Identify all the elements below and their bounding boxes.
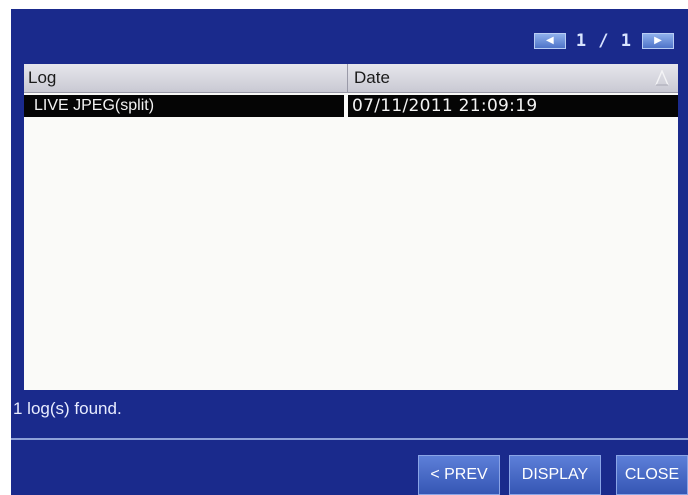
sort-triangle-icon (654, 69, 670, 87)
display-button[interactable]: DISPLAY (509, 455, 601, 495)
log-search-dialog: ◀ 1 / 1 ▶ Log Date LIVE JPEG(split) 07/1… (11, 9, 688, 495)
left-arrow-icon: ◀ (545, 35, 554, 46)
log-table: Log Date LIVE JPEG(split) 07/11/2011 21:… (24, 64, 678, 390)
table-header: Log Date (24, 64, 678, 93)
column-header-log[interactable]: Log (24, 64, 348, 92)
table-row[interactable]: LIVE JPEG(split) 07/11/2011 21:09:19 (24, 95, 678, 117)
column-header-date[interactable]: Date (348, 64, 678, 92)
date-cell: 07/11/2011 21:09:19 (348, 95, 678, 117)
page-prev-button[interactable]: ◀ (533, 33, 566, 49)
prev-button[interactable]: < PREV (418, 455, 500, 495)
close-button[interactable]: CLOSE (616, 455, 688, 495)
column-header-date-label: Date (354, 68, 390, 87)
page-indicator: 1 / 1 (575, 31, 632, 51)
right-arrow-icon: ▶ (654, 35, 662, 46)
page-next-button[interactable]: ▶ (642, 33, 674, 49)
log-cell: LIVE JPEG(split) (24, 95, 348, 117)
pagination: ◀ 1 / 1 ▶ (533, 31, 674, 51)
results-count: 1 log(s) found. (13, 399, 122, 418)
divider (11, 438, 688, 440)
